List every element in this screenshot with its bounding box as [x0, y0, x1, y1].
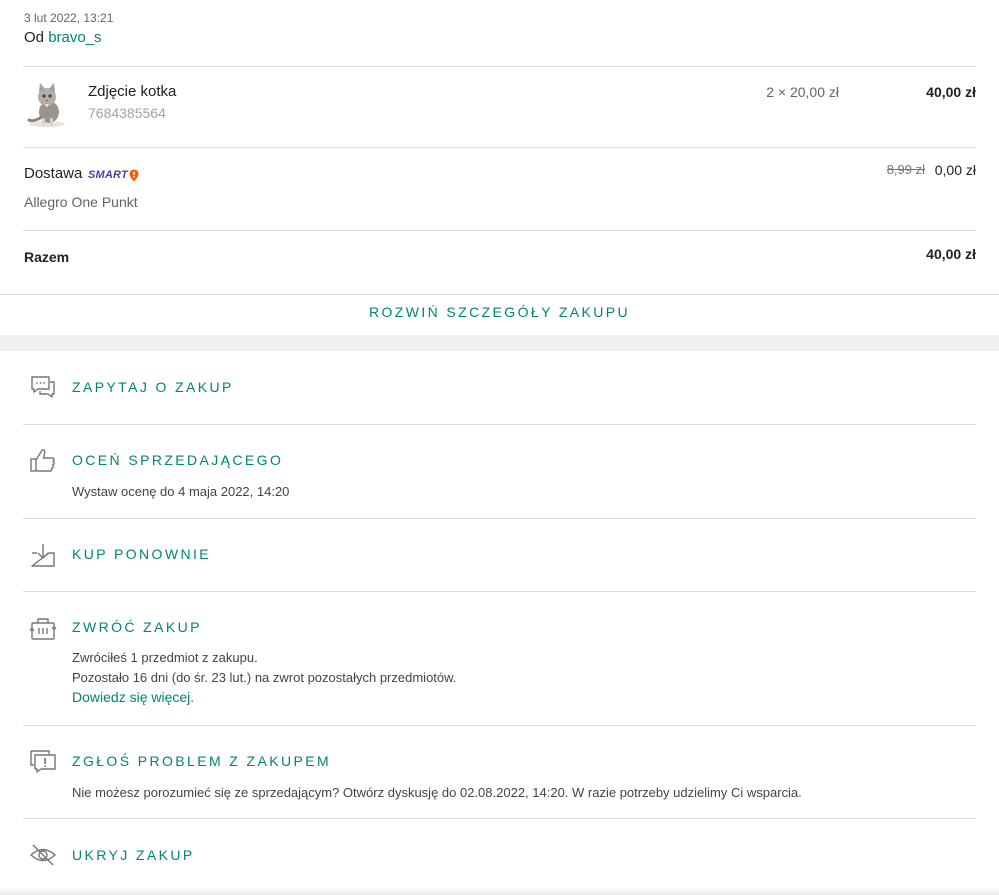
divider: [23, 818, 976, 819]
basket-download-icon: [31, 544, 55, 567]
smart-pin-icon: [129, 169, 139, 181]
seller-link[interactable]: bravo_s: [48, 29, 101, 46]
return-purchase-button[interactable]: ZWRÓĆ ZAKUP: [72, 619, 202, 635]
report-problem-button[interactable]: ZGŁOŚ PROBLEM Z ZAKUPEM: [72, 753, 331, 769]
delivery-method: Allegro One Punkt: [24, 194, 138, 210]
total-value: 40,00 zł: [926, 246, 976, 262]
product-total: 40,00 zł: [926, 84, 976, 100]
divider: [23, 147, 976, 148]
product-id: 7684385564: [88, 105, 166, 121]
report-problem-info: Nie możesz porozumieć się ze sprzedający…: [72, 785, 802, 800]
delivery-label: Dostawa: [24, 165, 83, 182]
product-thumbnail[interactable]: [25, 80, 69, 132]
thumbs-up-icon: [30, 449, 55, 472]
warning-chat-icon: [30, 750, 56, 773]
buy-again-button[interactable]: KUP PONOWNIE: [72, 546, 211, 562]
order-summary: 3 lut 2022, 13:21 Od bravo_s Zdjęcie kot…: [0, 0, 999, 334]
total-label: Razem: [24, 249, 70, 265]
smart-badge: SMART: [88, 167, 139, 183]
learn-more-link[interactable]: Dowiedz się więcej.: [72, 689, 194, 705]
rate-seller-button[interactable]: OCEŃ SPRZEDAJĄCEGO: [72, 452, 283, 468]
bottom-shadow: [0, 887, 999, 895]
seller-prefix: Od: [24, 29, 45, 46]
product-name[interactable]: Zdjęcie kotka: [88, 83, 176, 100]
return-box-icon: [29, 618, 57, 640]
divider: [0, 294, 999, 295]
section-gap: [0, 335, 999, 351]
return-info-line2: Pozostało 16 dni (do śr. 23 lut.) na zwr…: [72, 670, 457, 685]
divider: [23, 66, 976, 67]
return-info-line1: Zwróciłeś 1 przedmiot z zakupu.: [72, 650, 258, 665]
divider: [23, 591, 976, 592]
divider: [23, 725, 976, 726]
ask-about-purchase-button[interactable]: ZAPYTAJ O ZAKUP: [72, 379, 234, 395]
divider: [23, 424, 976, 425]
product-quantity-price: 2 × 20,00 zł: [766, 84, 839, 100]
chat-bubbles-icon: [31, 376, 55, 398]
rate-seller-deadline: Wystaw ocenę do 4 maja 2022, 14:20: [72, 484, 290, 499]
delivery-old-price: 8,99 zł: [886, 162, 925, 177]
eye-off-icon: [29, 844, 57, 866]
hide-purchase-button[interactable]: UKRYJ ZAKUP: [72, 847, 195, 863]
expand-details-button[interactable]: ROZWIŃ SZCZEGÓŁY ZAKUPU: [0, 304, 999, 320]
smart-badge-text: SMART: [88, 169, 128, 181]
order-date: 3 lut 2022, 13:21: [24, 11, 114, 25]
delivery-price: 0,00 zł: [934, 162, 976, 178]
order-seller: Od bravo_s: [24, 29, 102, 46]
divider: [23, 518, 976, 519]
divider: [23, 230, 976, 231]
